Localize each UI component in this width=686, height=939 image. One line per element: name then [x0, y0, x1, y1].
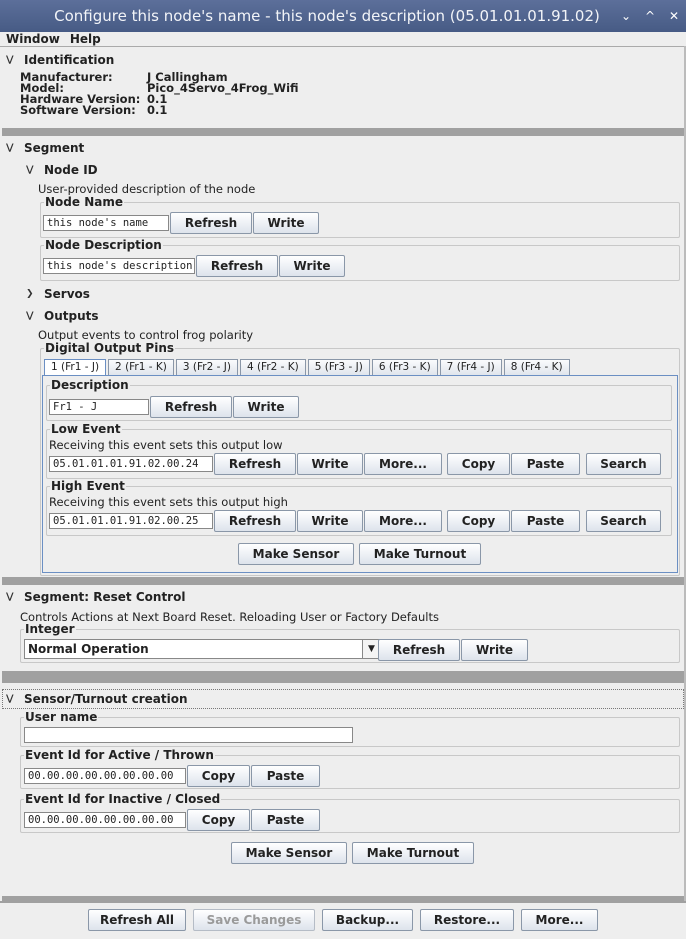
servos-header[interactable]: ❯ Servos — [26, 287, 90, 301]
pin-description-input[interactable]: Fr1 - J — [49, 399, 149, 415]
tab-pin-4[interactable]: 4 (Fr2 - K) — [239, 359, 306, 375]
inactive-event-legend: Event Id for Inactive / Closed — [24, 792, 222, 806]
section-divider — [2, 671, 684, 683]
low-event-write-button[interactable]: Write — [297, 453, 363, 475]
low-event-input[interactable]: 05.01.01.01.91.02.00.24 — [49, 456, 213, 472]
refresh-all-button[interactable]: Refresh All — [88, 909, 186, 931]
tab-pin-6[interactable]: 6 (Fr3 - K) — [371, 359, 438, 375]
window-title: Configure this node's name - this node's… — [54, 7, 600, 25]
pin-description-write-button[interactable]: Write — [233, 396, 299, 418]
output-make-sensor-button[interactable]: Make Sensor — [238, 543, 354, 565]
high-event-more-button[interactable]: More... — [364, 510, 442, 532]
node-name-legend: Node Name — [44, 195, 124, 209]
reset-refresh-button[interactable]: Refresh — [378, 639, 460, 661]
node-name-input[interactable]: this node's name — [43, 215, 169, 231]
high-event-refresh-button[interactable]: Refresh — [214, 510, 296, 532]
low-event-search-button[interactable]: Search — [586, 453, 661, 475]
reset-write-button[interactable]: Write — [461, 639, 528, 661]
chevron-down-icon: ⋁ — [6, 143, 14, 153]
high-event-paste-button[interactable]: Paste — [511, 510, 580, 532]
chevron-down-icon: ⋁ — [26, 165, 34, 175]
tab-pin-8[interactable]: 8 (Fr4 - K) — [503, 359, 570, 375]
tab-pin-3[interactable]: 3 (Fr2 - J) — [175, 359, 238, 375]
node-id-description: User-provided description of the node — [38, 182, 256, 196]
high-event-search-button[interactable]: Search — [586, 510, 661, 532]
active-event-legend: Event Id for Active / Thrown — [24, 748, 215, 762]
high-event-copy-button[interactable]: Copy — [447, 510, 510, 532]
menu-help[interactable]: Help — [70, 32, 101, 46]
software-version-label: Software Version: — [20, 103, 136, 117]
active-event-paste-button[interactable]: Paste — [251, 765, 320, 787]
digital-output-pins-legend: Digital Output Pins — [44, 341, 176, 355]
output-make-turnout-button[interactable]: Make Turnout — [359, 543, 481, 565]
reset-mode-select[interactable]: Normal Operation ▼ — [24, 639, 381, 659]
user-name-legend: User name — [24, 710, 99, 724]
config-scroll-area[interactable]: ⋁ Identification Manufacturer: J Callingh… — [0, 46, 686, 904]
node-description-write-button[interactable]: Write — [279, 255, 345, 277]
backup-button[interactable]: Backup... — [322, 909, 413, 931]
chevron-down-icon: ⋁ — [6, 55, 14, 65]
identification-header[interactable]: ⋁ Identification — [6, 53, 114, 67]
chevron-right-icon: ❯ — [26, 289, 34, 299]
node-description-input[interactable]: this node's description — [43, 258, 195, 274]
high-event-legend: High Event — [50, 479, 126, 493]
output-pin-tabs: 1 (Fr1 - J) 2 (Fr1 - K) 3 (Fr2 - J) 4 (F… — [44, 359, 570, 375]
chevron-down-icon: ⋁ — [26, 311, 34, 321]
inactive-event-paste-button[interactable]: Paste — [251, 809, 320, 831]
pin-description-legend: Description — [50, 378, 130, 392]
low-event-paste-button[interactable]: Paste — [511, 453, 580, 475]
menu-bar: Window Help — [0, 32, 686, 46]
outputs-header[interactable]: ⋁ Outputs — [26, 309, 99, 323]
make-sensor-button[interactable]: Make Sensor — [231, 842, 347, 864]
reset-control-description: Controls Actions at Next Board Reset. Re… — [20, 610, 439, 624]
sensor-turnout-header[interactable]: ⋁ Sensor/Turnout creation — [6, 692, 188, 706]
inactive-event-input[interactable]: 00.00.00.00.00.00.00.00 — [24, 812, 186, 828]
low-event-copy-button[interactable]: Copy — [447, 453, 510, 475]
bottom-button-bar: Refresh All Save Changes Backup... Resto… — [0, 901, 686, 939]
menu-window[interactable]: Window — [6, 32, 60, 46]
software-version-value: 0.1 — [147, 103, 168, 117]
identification-table: Manufacturer: J Callingham Model: Pico_4Se… — [20, 71, 299, 117]
reset-mode-selected: Normal Operation — [28, 642, 149, 656]
title-bar: Configure this node's name - this node's… — [0, 0, 686, 32]
reset-control-header[interactable]: ⋁ Segment: Reset Control — [6, 590, 185, 604]
model-value: Pico_4Servo_4Frog_Wifi — [147, 81, 299, 95]
node-name-write-button[interactable]: Write — [253, 212, 319, 234]
section-divider — [2, 128, 684, 136]
active-event-copy-button[interactable]: Copy — [187, 765, 250, 787]
inactive-event-copy-button[interactable]: Copy — [187, 809, 250, 831]
low-event-legend: Low Event — [50, 422, 122, 436]
high-event-input[interactable]: 05.01.01.01.91.02.00.25 — [49, 513, 213, 529]
high-event-description: Receiving this event sets this output hi… — [49, 495, 288, 509]
tab-pin-7[interactable]: 7 (Fr4 - J) — [439, 359, 502, 375]
integer-legend: Integer — [24, 622, 76, 636]
node-name-refresh-button[interactable]: Refresh — [170, 212, 252, 234]
node-id-header[interactable]: ⋁ Node ID — [26, 163, 98, 177]
node-description-refresh-button[interactable]: Refresh — [196, 255, 278, 277]
close-icon[interactable]: ✕ — [662, 9, 686, 23]
outputs-description: Output events to control frog polarity — [38, 328, 254, 342]
tab-pin-2[interactable]: 2 (Fr1 - K) — [108, 359, 174, 375]
low-event-refresh-button[interactable]: Refresh — [214, 453, 296, 475]
tab-pin-5[interactable]: 5 (Fr3 - J) — [307, 359, 370, 375]
make-turnout-button[interactable]: Make Turnout — [352, 842, 474, 864]
restore-button[interactable]: Restore... — [420, 909, 514, 931]
chevron-down-icon: ⋁ — [6, 592, 14, 602]
chevron-down-icon: ⋁ — [6, 694, 14, 704]
save-changes-button[interactable]: Save Changes — [193, 909, 315, 931]
tab-pin-1[interactable]: 1 (Fr1 - J) — [44, 359, 107, 375]
active-event-input[interactable]: 00.00.00.00.00.00.00.00 — [24, 768, 186, 784]
more-button[interactable]: More... — [521, 909, 598, 931]
low-event-description: Receiving this event sets this output lo… — [49, 438, 283, 452]
segment-header[interactable]: ⋁ Segment — [6, 141, 84, 155]
minimize-icon[interactable]: ⌄ — [614, 9, 638, 23]
high-event-write-button[interactable]: Write — [297, 510, 363, 532]
user-name-input[interactable] — [24, 727, 353, 743]
pin-description-refresh-button[interactable]: Refresh — [150, 396, 232, 418]
low-event-more-button[interactable]: More... — [364, 453, 442, 475]
node-description-legend: Node Description — [44, 238, 163, 252]
section-divider — [2, 577, 684, 585]
maximize-icon[interactable]: ^ — [638, 9, 662, 23]
